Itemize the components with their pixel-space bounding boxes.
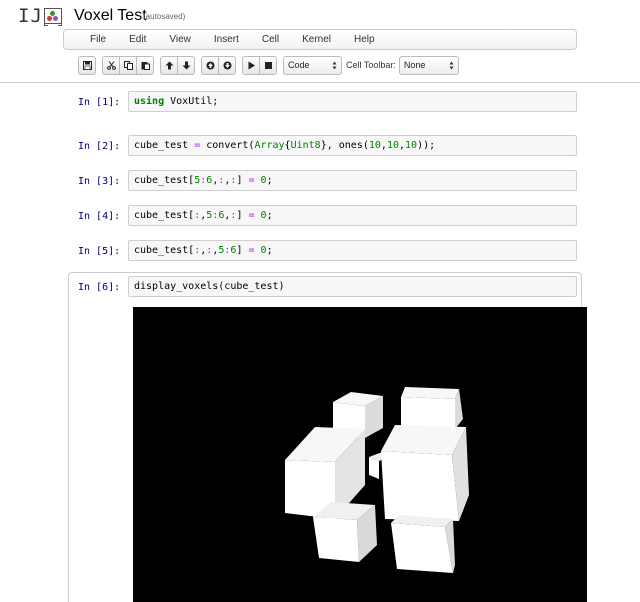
code-input[interactable]: cube_test = convert(Array{Uint8}, ones(1… xyxy=(128,135,577,156)
voxel-cube xyxy=(401,387,463,429)
input-prompt: In [2]: xyxy=(78,141,121,152)
ijulia-logo[interactable]: IJ xyxy=(18,5,62,27)
input-prompt: In [6]: xyxy=(78,282,121,293)
move-down-button[interactable] xyxy=(177,55,195,75)
move-button-group xyxy=(160,55,195,75)
menu-kernel[interactable]: Kernel xyxy=(302,34,331,45)
menu-insert[interactable]: Insert xyxy=(214,34,239,45)
code-text: cube_test = convert(Array{Uint8}, ones(1… xyxy=(134,140,436,151)
cell-type-select[interactable]: Code xyxy=(283,55,342,75)
cut-button[interactable] xyxy=(102,55,120,75)
code-text: cube_test[:,:,5:6] = 0; xyxy=(134,245,273,256)
menu-file[interactable]: File xyxy=(90,34,106,45)
cell-toolbar-label: Cell Toolbar: xyxy=(346,60,396,70)
run-button[interactable] xyxy=(242,55,260,75)
menu-edit[interactable]: Edit xyxy=(129,34,146,45)
stop-button[interactable] xyxy=(259,55,277,75)
insert-above-icon xyxy=(206,61,214,69)
move-up-icon xyxy=(165,61,173,69)
autosave-status: (autosaved) xyxy=(143,12,186,21)
select-arrows-icon xyxy=(332,61,337,69)
copy-button[interactable] xyxy=(119,55,137,75)
code-text: cube_test[:,5:6,:] = 0; xyxy=(134,210,273,221)
voxel-render xyxy=(133,307,587,602)
stop-icon xyxy=(264,61,272,69)
menubar: File Edit View Insert Cell Kernel Help xyxy=(63,29,577,50)
code-text: using VoxUtil; xyxy=(134,96,219,107)
julia-dots-icon xyxy=(43,8,62,26)
code-input[interactable]: cube_test[:,5:6,:] = 0; xyxy=(128,205,577,226)
edit-button-group xyxy=(102,55,154,75)
input-prompt: In [1]: xyxy=(78,97,121,108)
code-input[interactable]: cube_test[5:6,:,:] = 0; xyxy=(128,170,577,191)
paste-button[interactable] xyxy=(136,55,154,75)
voxel-output-canvas[interactable] xyxy=(133,307,587,602)
toolbar: Code Cell Toolbar: None xyxy=(78,55,459,75)
insert-above-button[interactable] xyxy=(201,55,219,75)
voxel-cube xyxy=(391,515,455,573)
menu-view[interactable]: View xyxy=(169,34,191,45)
code-text: cube_test[5:6,:,:] = 0; xyxy=(134,175,273,186)
code-text: display_voxels(cube_test) xyxy=(134,281,285,292)
menu-cell[interactable]: Cell xyxy=(262,34,279,45)
code-input[interactable]: using VoxUtil; xyxy=(128,91,577,112)
input-prompt: In [3]: xyxy=(78,176,121,187)
voxel-cube xyxy=(313,502,377,562)
input-prompt: In [4]: xyxy=(78,211,121,222)
insert-below-button[interactable] xyxy=(218,55,236,75)
insert-button-group xyxy=(201,55,236,75)
logo-text: IJ xyxy=(18,5,43,27)
code-input[interactable]: display_voxels(cube_test) xyxy=(128,276,577,297)
move-up-button[interactable] xyxy=(160,55,178,75)
cell-toolbar-select[interactable]: None xyxy=(398,55,459,75)
run-button-group xyxy=(242,55,277,75)
voxel-cube xyxy=(381,425,469,521)
cut-icon xyxy=(106,60,116,70)
save-button[interactable] xyxy=(78,55,96,75)
input-prompt: In [5]: xyxy=(78,246,121,257)
menu-help[interactable]: Help xyxy=(354,34,375,45)
code-input[interactable]: cube_test[:,:,5:6] = 0; xyxy=(128,240,577,261)
cell-toolbar-value: None xyxy=(403,60,426,70)
insert-below-icon xyxy=(223,61,231,69)
save-icon xyxy=(82,60,92,70)
header-divider xyxy=(0,82,640,83)
notebook-name[interactable]: Voxel Test xyxy=(74,7,147,25)
select-arrows-icon xyxy=(449,61,454,69)
run-icon xyxy=(248,61,255,69)
copy-icon xyxy=(123,60,133,70)
paste-icon xyxy=(141,61,150,70)
cell-type-value: Code xyxy=(288,60,310,70)
move-down-icon xyxy=(182,61,190,69)
